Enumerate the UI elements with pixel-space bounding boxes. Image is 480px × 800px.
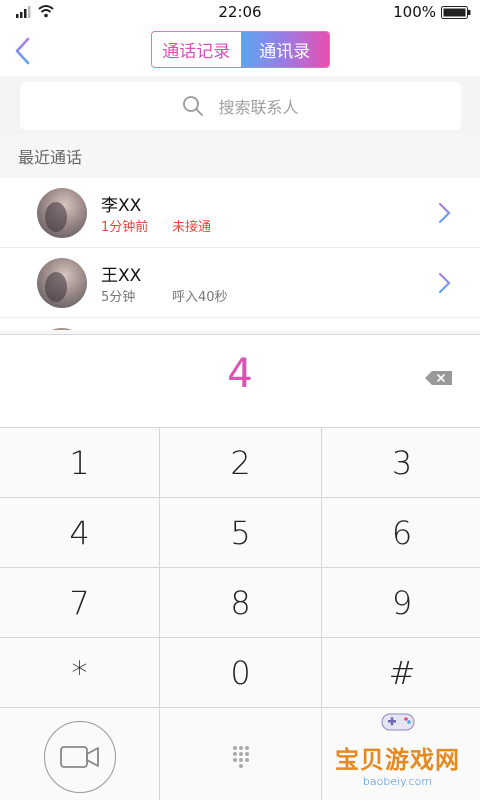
key-1[interactable]: 1: [0, 428, 159, 497]
call-status: 未接通: [172, 220, 212, 235]
search-icon: [183, 96, 204, 116]
watermark-cell: 宝贝游戏网 baobeiy.com: [322, 708, 480, 800]
list-item[interactable]: 王XX 5分钟 呼入40秒: [0, 248, 480, 318]
gamepad-icon: [381, 713, 414, 731]
keypad-dots-icon[interactable]: [232, 745, 250, 769]
tab-call-log[interactable]: 通话记录: [152, 32, 241, 67]
watermark-url: baobeiy.com: [362, 775, 433, 788]
avatar: [37, 328, 87, 330]
avatar: [37, 188, 87, 238]
search-placeholder: 搜索联系人: [218, 98, 299, 117]
watermark-logo: 宝贝游戏网 baobeiy.com: [335, 702, 460, 788]
call-time: 1分钟前: [101, 220, 149, 235]
key-2[interactable]: 2: [160, 428, 321, 497]
call-tabs: 通话记录 通讯录: [151, 31, 330, 68]
number-display: 4: [0, 335, 480, 427]
search-input[interactable]: 搜索联系人: [20, 82, 461, 130]
key-9[interactable]: 9: [322, 568, 480, 637]
battery-icon: [441, 6, 471, 19]
key-8[interactable]: 8: [160, 568, 321, 637]
section-title-recent: 最近通话: [18, 148, 83, 167]
video-camera-icon: [59, 746, 99, 768]
battery-percent: 100%: [393, 3, 436, 21]
key-3[interactable]: 3: [322, 428, 480, 497]
contact-name: 王XX: [101, 266, 142, 286]
key-7[interactable]: 7: [0, 568, 159, 637]
key-hash[interactable]: #: [322, 638, 480, 707]
key-0[interactable]: 0: [160, 638, 321, 707]
list-item-partial: [0, 318, 480, 330]
avatar: [37, 258, 87, 308]
video-call-cell: [0, 708, 159, 800]
entered-number: 4: [227, 351, 253, 397]
key-4[interactable]: 4: [0, 498, 159, 567]
key-6[interactable]: 6: [322, 498, 480, 567]
chevron-right-icon[interactable]: [438, 272, 452, 294]
dial-pad: 4 1 2 3 4 5 6 7 8 9 * 0 # 宝贝游戏网 baobeiy.…: [0, 334, 480, 800]
list-item[interactable]: 李XX 1分钟前 未接通: [0, 178, 480, 248]
chevron-right-icon[interactable]: [438, 202, 452, 224]
header: 通话记录 通讯录: [0, 24, 480, 76]
keypad-toggle-cell: [160, 708, 321, 800]
recent-calls-list: 李XX 1分钟前 未接通 王XX 5分钟 呼入40秒: [0, 178, 480, 330]
call-time: 5分钟: [101, 290, 136, 305]
search-area: 搜索联系人: [0, 76, 480, 134]
tab-contacts[interactable]: 通讯录: [240, 32, 329, 67]
call-status: 呼入40秒: [172, 290, 228, 305]
contact-name: 李XX: [101, 196, 142, 216]
key-star[interactable]: *: [0, 638, 159, 707]
keypad-grid: 1 2 3 4 5 6 7 8 9 * 0 # 宝贝游戏网 baobeiy.co…: [0, 427, 480, 800]
back-arrow-icon[interactable]: [12, 36, 36, 66]
status-bar: 22:06 100%: [0, 0, 480, 24]
backspace-icon[interactable]: [425, 371, 453, 385]
key-5[interactable]: 5: [160, 498, 321, 567]
watermark-title: 宝贝游戏网: [335, 746, 460, 774]
video-call-button[interactable]: [43, 721, 116, 793]
